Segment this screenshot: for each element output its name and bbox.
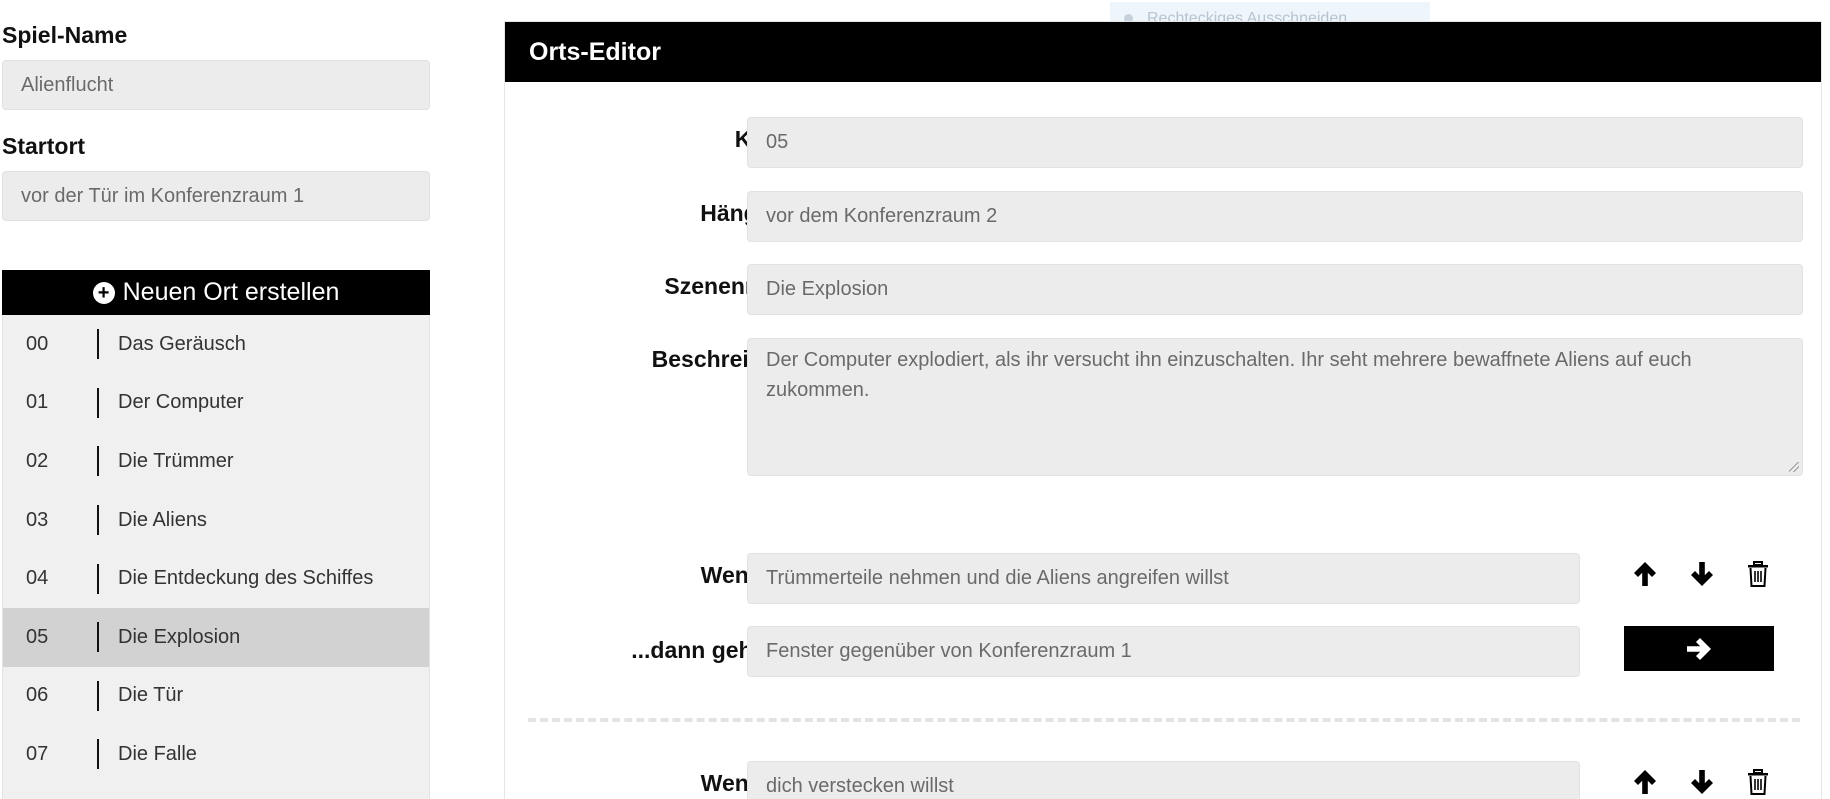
go-to-location-button[interactable] (1624, 626, 1774, 671)
trash-icon (1748, 769, 1768, 795)
delete-choice-button[interactable] (1741, 557, 1775, 591)
location-code: 04 (26, 567, 49, 590)
move-down-button[interactable] (1685, 557, 1719, 591)
location-separator (97, 387, 99, 418)
location-code: 00 (26, 332, 49, 355)
location-code: 02 (26, 449, 49, 472)
move-up-button[interactable] (1628, 765, 1662, 799)
choice-divider (528, 718, 1800, 722)
start-location-label: Startort (2, 133, 86, 159)
plus-circle-icon: + (92, 281, 115, 304)
location-name: Der Computer (118, 391, 244, 414)
arrow-up-icon (1634, 770, 1656, 794)
resize-grip-icon[interactable] (1789, 462, 1799, 472)
location-list-item[interactable]: 02 Die Trümmer (3, 432, 429, 491)
game-name-field[interactable]: Alienflucht (2, 60, 430, 110)
location-code: 06 (26, 684, 49, 707)
location-list-item[interactable]: 00 Das Geräusch (3, 315, 429, 374)
location-list: 00 Das Geräusch 01 Der Computer 02 Die Trümme… (2, 315, 430, 799)
choice-2-if-field[interactable]: dich verstecken willst (747, 761, 1580, 799)
arrow-down-icon (1691, 562, 1713, 586)
location-name: Die Trümmer (118, 449, 234, 472)
scene-name-field[interactable]: Die Explosion (747, 264, 1803, 315)
location-code: 07 (26, 742, 49, 765)
location-separator (97, 563, 99, 594)
location-separator (97, 739, 99, 770)
kuerzel-field[interactable]: 05 (747, 117, 1803, 168)
editor-title: Orts-Editor (505, 22, 1821, 82)
location-list-item[interactable]: 07 Die Falle (3, 725, 429, 784)
arrow-right-icon (1687, 637, 1711, 660)
location-editor: Orts-Editor Kürzel 05 Hängt bei vor dem … (504, 21, 1822, 799)
location-name: Die Aliens (118, 508, 207, 531)
location-list-item[interactable]: 03 Die Aliens (3, 491, 429, 550)
location-separator (97, 505, 99, 536)
location-name: Die Falle (118, 742, 197, 765)
location-list-item[interactable]: 06 Die Tür (3, 667, 429, 726)
description-text: Der Computer explodiert, als ihr versuch… (766, 349, 1692, 401)
location-separator (97, 680, 99, 711)
new-location-label: Neuen Ort erstellen (122, 278, 340, 306)
location-separator (97, 329, 99, 360)
description-textarea[interactable]: Der Computer explodiert, als ihr versuch… (747, 338, 1803, 476)
location-code: 01 (26, 391, 49, 414)
delete-choice-button[interactable] (1741, 765, 1775, 799)
location-separator (97, 446, 99, 477)
location-list-item[interactable]: 04 Die Entdeckung des Schiffes (3, 549, 429, 608)
move-down-button[interactable] (1685, 765, 1719, 799)
new-location-button[interactable]: + Neuen Ort erstellen (2, 270, 430, 315)
location-name: Das Geräusch (118, 332, 246, 355)
location-name: Die Entdeckung des Schiffes (118, 567, 374, 590)
arrow-up-icon (1634, 562, 1656, 586)
parent-field[interactable]: vor dem Konferenzraum 2 (747, 191, 1803, 242)
location-separator (97, 622, 99, 653)
location-code: 05 (26, 625, 49, 648)
arrow-down-icon (1691, 770, 1713, 794)
location-code: 03 (26, 508, 49, 531)
game-name-label: Spiel-Name (2, 22, 128, 48)
location-name: Die Explosion (118, 625, 241, 648)
location-list-item[interactable]: 01 Der Computer (3, 374, 429, 433)
location-name: Die Tür (118, 684, 184, 707)
choice-1-if-field[interactable]: Trümmerteile nehmen und die Aliens angre… (747, 553, 1580, 604)
trash-icon (1748, 561, 1768, 587)
choice-1-then-field[interactable]: Fenster gegenüber von Konferenzraum 1 (747, 626, 1580, 677)
move-up-button[interactable] (1628, 557, 1662, 591)
start-location-field[interactable]: vor der Tür im Konferenzraum 1 (2, 171, 430, 221)
location-list-item[interactable]: 05 Die Explosion (3, 607, 429, 667)
